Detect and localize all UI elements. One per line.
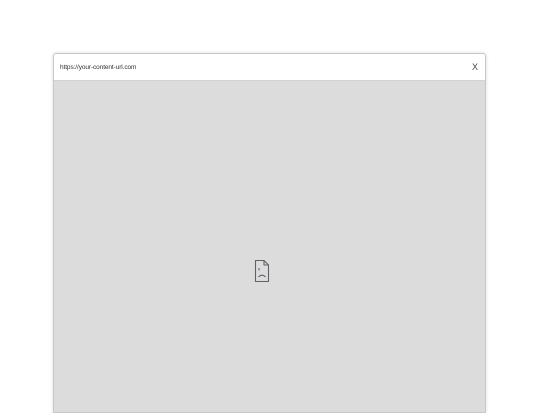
broken-page-icon bbox=[254, 259, 270, 283]
close-button[interactable]: X bbox=[470, 62, 480, 72]
popup-header: https://your-content-url.com X bbox=[54, 54, 485, 81]
popup-window: https://your-content-url.com X bbox=[53, 53, 486, 413]
content-frame bbox=[54, 81, 485, 412]
popup-url: https://your-content-url.com bbox=[60, 63, 137, 71]
